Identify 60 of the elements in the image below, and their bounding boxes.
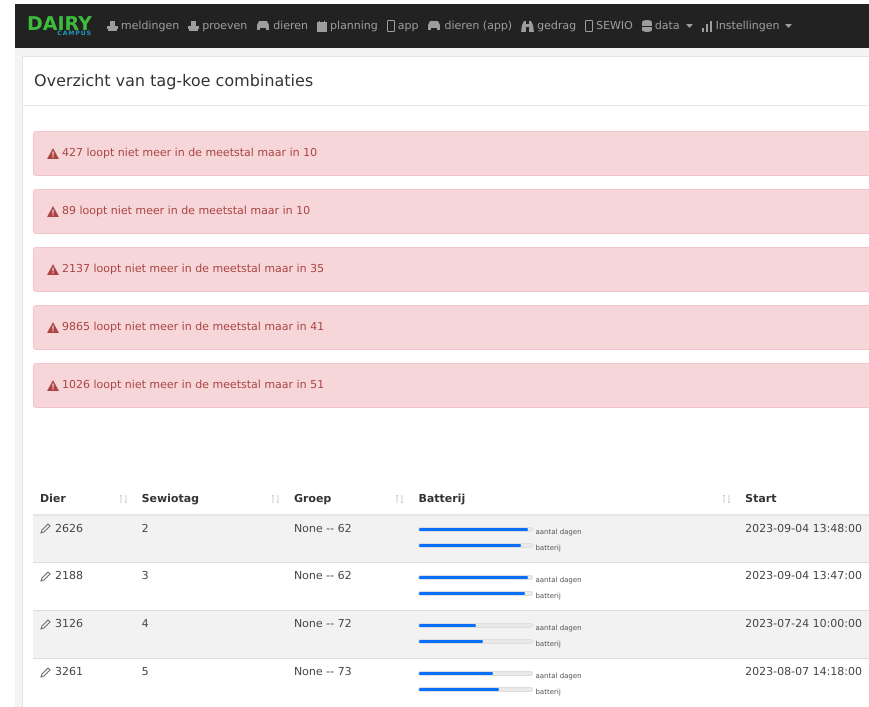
nav-link[interactable]: gedrag — [521, 18, 576, 34]
sort-icon[interactable] — [272, 493, 280, 506]
warning-icon — [47, 380, 59, 391]
dropdown-menu-link[interactable]: Instellingen — [702, 18, 792, 34]
table-cell: 2 — [142, 522, 149, 534]
column-header[interactable]: Sewiotag — [142, 491, 200, 508]
calendar-icon — [317, 20, 328, 32]
table-cell: 2023-09-04 13:47:00 — [745, 569, 862, 582]
nav-link[interactable]: proeven — [188, 18, 248, 34]
table-cell: 2023-07-24 10:00:00 — [745, 617, 862, 630]
table-cell: 3 — [142, 569, 149, 582]
sort-icon[interactable] — [120, 493, 128, 506]
warning-icon — [47, 322, 59, 333]
pencil-icon — [40, 523, 51, 534]
alert-message: 2137 loopt niet meer in de meetstal maar in 35 — [62, 261, 324, 278]
nav-link[interactable]: dieren (app) — [427, 18, 512, 34]
stamp-icon — [106, 21, 118, 31]
alert-message: 9865 loopt niet meer in de meetstal maar in 41 — [62, 319, 324, 336]
binoculars-icon — [521, 20, 534, 32]
bar-chart-icon — [702, 20, 713, 32]
table-cell: 4 — [142, 617, 149, 630]
nav-link[interactable]: planning — [317, 18, 378, 34]
dropdown-menu-link[interactable]: data — [642, 18, 693, 34]
table-cell: 5 — [142, 665, 149, 678]
column-header[interactable]: Start — [745, 491, 776, 508]
stamp-icon — [188, 21, 200, 31]
panel-title: Overzicht van tag-koe combinaties — [23, 57, 869, 106]
edit-link[interactable]: 3126 — [40, 617, 83, 632]
alert-message: 427 loopt niet meer in de meetstal maar in 10 — [62, 145, 318, 162]
sort-icon[interactable] — [723, 493, 732, 506]
alert-message: 1026 loopt niet meer in de meetstal maar in 51 — [62, 377, 324, 394]
phone-icon — [585, 20, 594, 32]
pencil-icon — [40, 570, 51, 582]
column-header[interactable]: Dier — [40, 491, 66, 508]
table-cell: 2023-09-04 13:48:00 — [745, 522, 862, 534]
car-icon — [256, 21, 270, 31]
table-cell: None -- 62 — [294, 522, 352, 534]
table-cell: None -- 62 — [294, 569, 352, 582]
warning-icon — [47, 148, 59, 159]
nav-link[interactable]: meldingen — [106, 18, 180, 34]
nav-link[interactable]: SEWIO — [585, 18, 633, 34]
column-header[interactable]: Groep — [294, 491, 332, 508]
alert-message: 89 loopt niet meer in de meetstal maar in 10 — [62, 203, 310, 220]
warning-icon — [47, 264, 59, 275]
warning-icon — [47, 206, 59, 217]
edit-link[interactable]: 3261 — [40, 665, 83, 680]
nav-link[interactable]: dieren — [256, 18, 308, 34]
table-cell: None -- 72 — [294, 617, 352, 630]
phone-icon — [386, 20, 395, 32]
nav-link[interactable]: app — [386, 18, 418, 34]
edit-link[interactable]: 2188 — [40, 569, 83, 584]
pencil-icon — [40, 618, 51, 630]
sort-icon[interactable] — [396, 493, 404, 506]
column-header[interactable]: Batterij — [418, 491, 466, 508]
car-icon — [427, 21, 442, 31]
database-icon — [642, 20, 652, 32]
table-cell: 2023-08-07 14:18:00 — [745, 665, 862, 678]
table-cell: None -- 73 — [294, 665, 352, 678]
pencil-icon — [40, 666, 51, 678]
edit-link[interactable]: 2626 — [40, 522, 83, 536]
